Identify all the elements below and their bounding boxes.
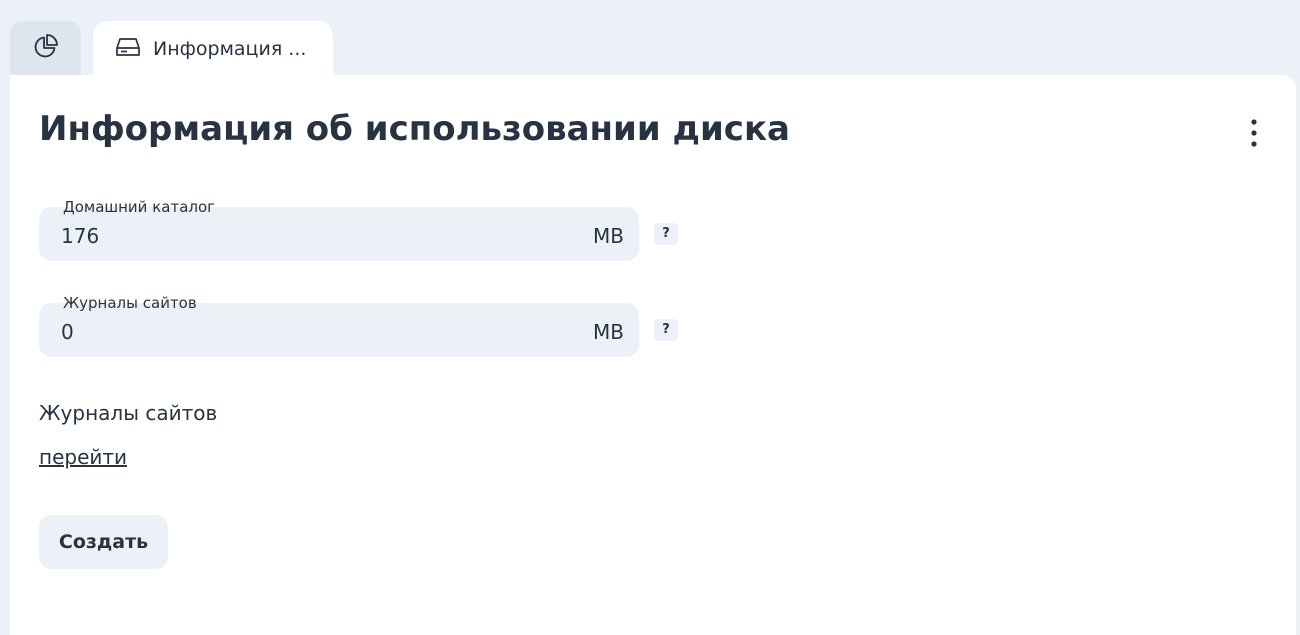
- field-value: 0: [61, 320, 74, 344]
- tab-label: Информация ...: [153, 38, 307, 60]
- pie-chart-icon: [33, 33, 59, 63]
- field-value: 176: [61, 224, 100, 248]
- help-button[interactable]: ?: [654, 319, 678, 341]
- field-label: Журналы сайтов: [63, 294, 197, 312]
- hard-drive-icon: [115, 36, 141, 62]
- field-label: Домашний каталог: [63, 198, 216, 216]
- site-logs-link[interactable]: перейти: [39, 445, 127, 469]
- page-title: Информация об использовании диска: [39, 109, 790, 149]
- help-button[interactable]: ?: [654, 223, 678, 245]
- site-logs-label: Журналы сайтов: [39, 401, 218, 425]
- tab-disk-usage[interactable]: Информация ...: [93, 21, 333, 77]
- kebab-menu-icon[interactable]: [1243, 117, 1265, 149]
- field-unit: MB: [593, 224, 624, 248]
- home-directory-field[interactable]: Домашний каталог 176 MB: [39, 198, 639, 261]
- site-logs-field[interactable]: Журналы сайтов 0 MB: [39, 294, 639, 357]
- create-button[interactable]: Создать: [39, 515, 168, 569]
- main-panel: Информация об использовании диска Домашн…: [10, 75, 1296, 635]
- tab-home[interactable]: [10, 21, 81, 75]
- field-unit: MB: [593, 320, 624, 344]
